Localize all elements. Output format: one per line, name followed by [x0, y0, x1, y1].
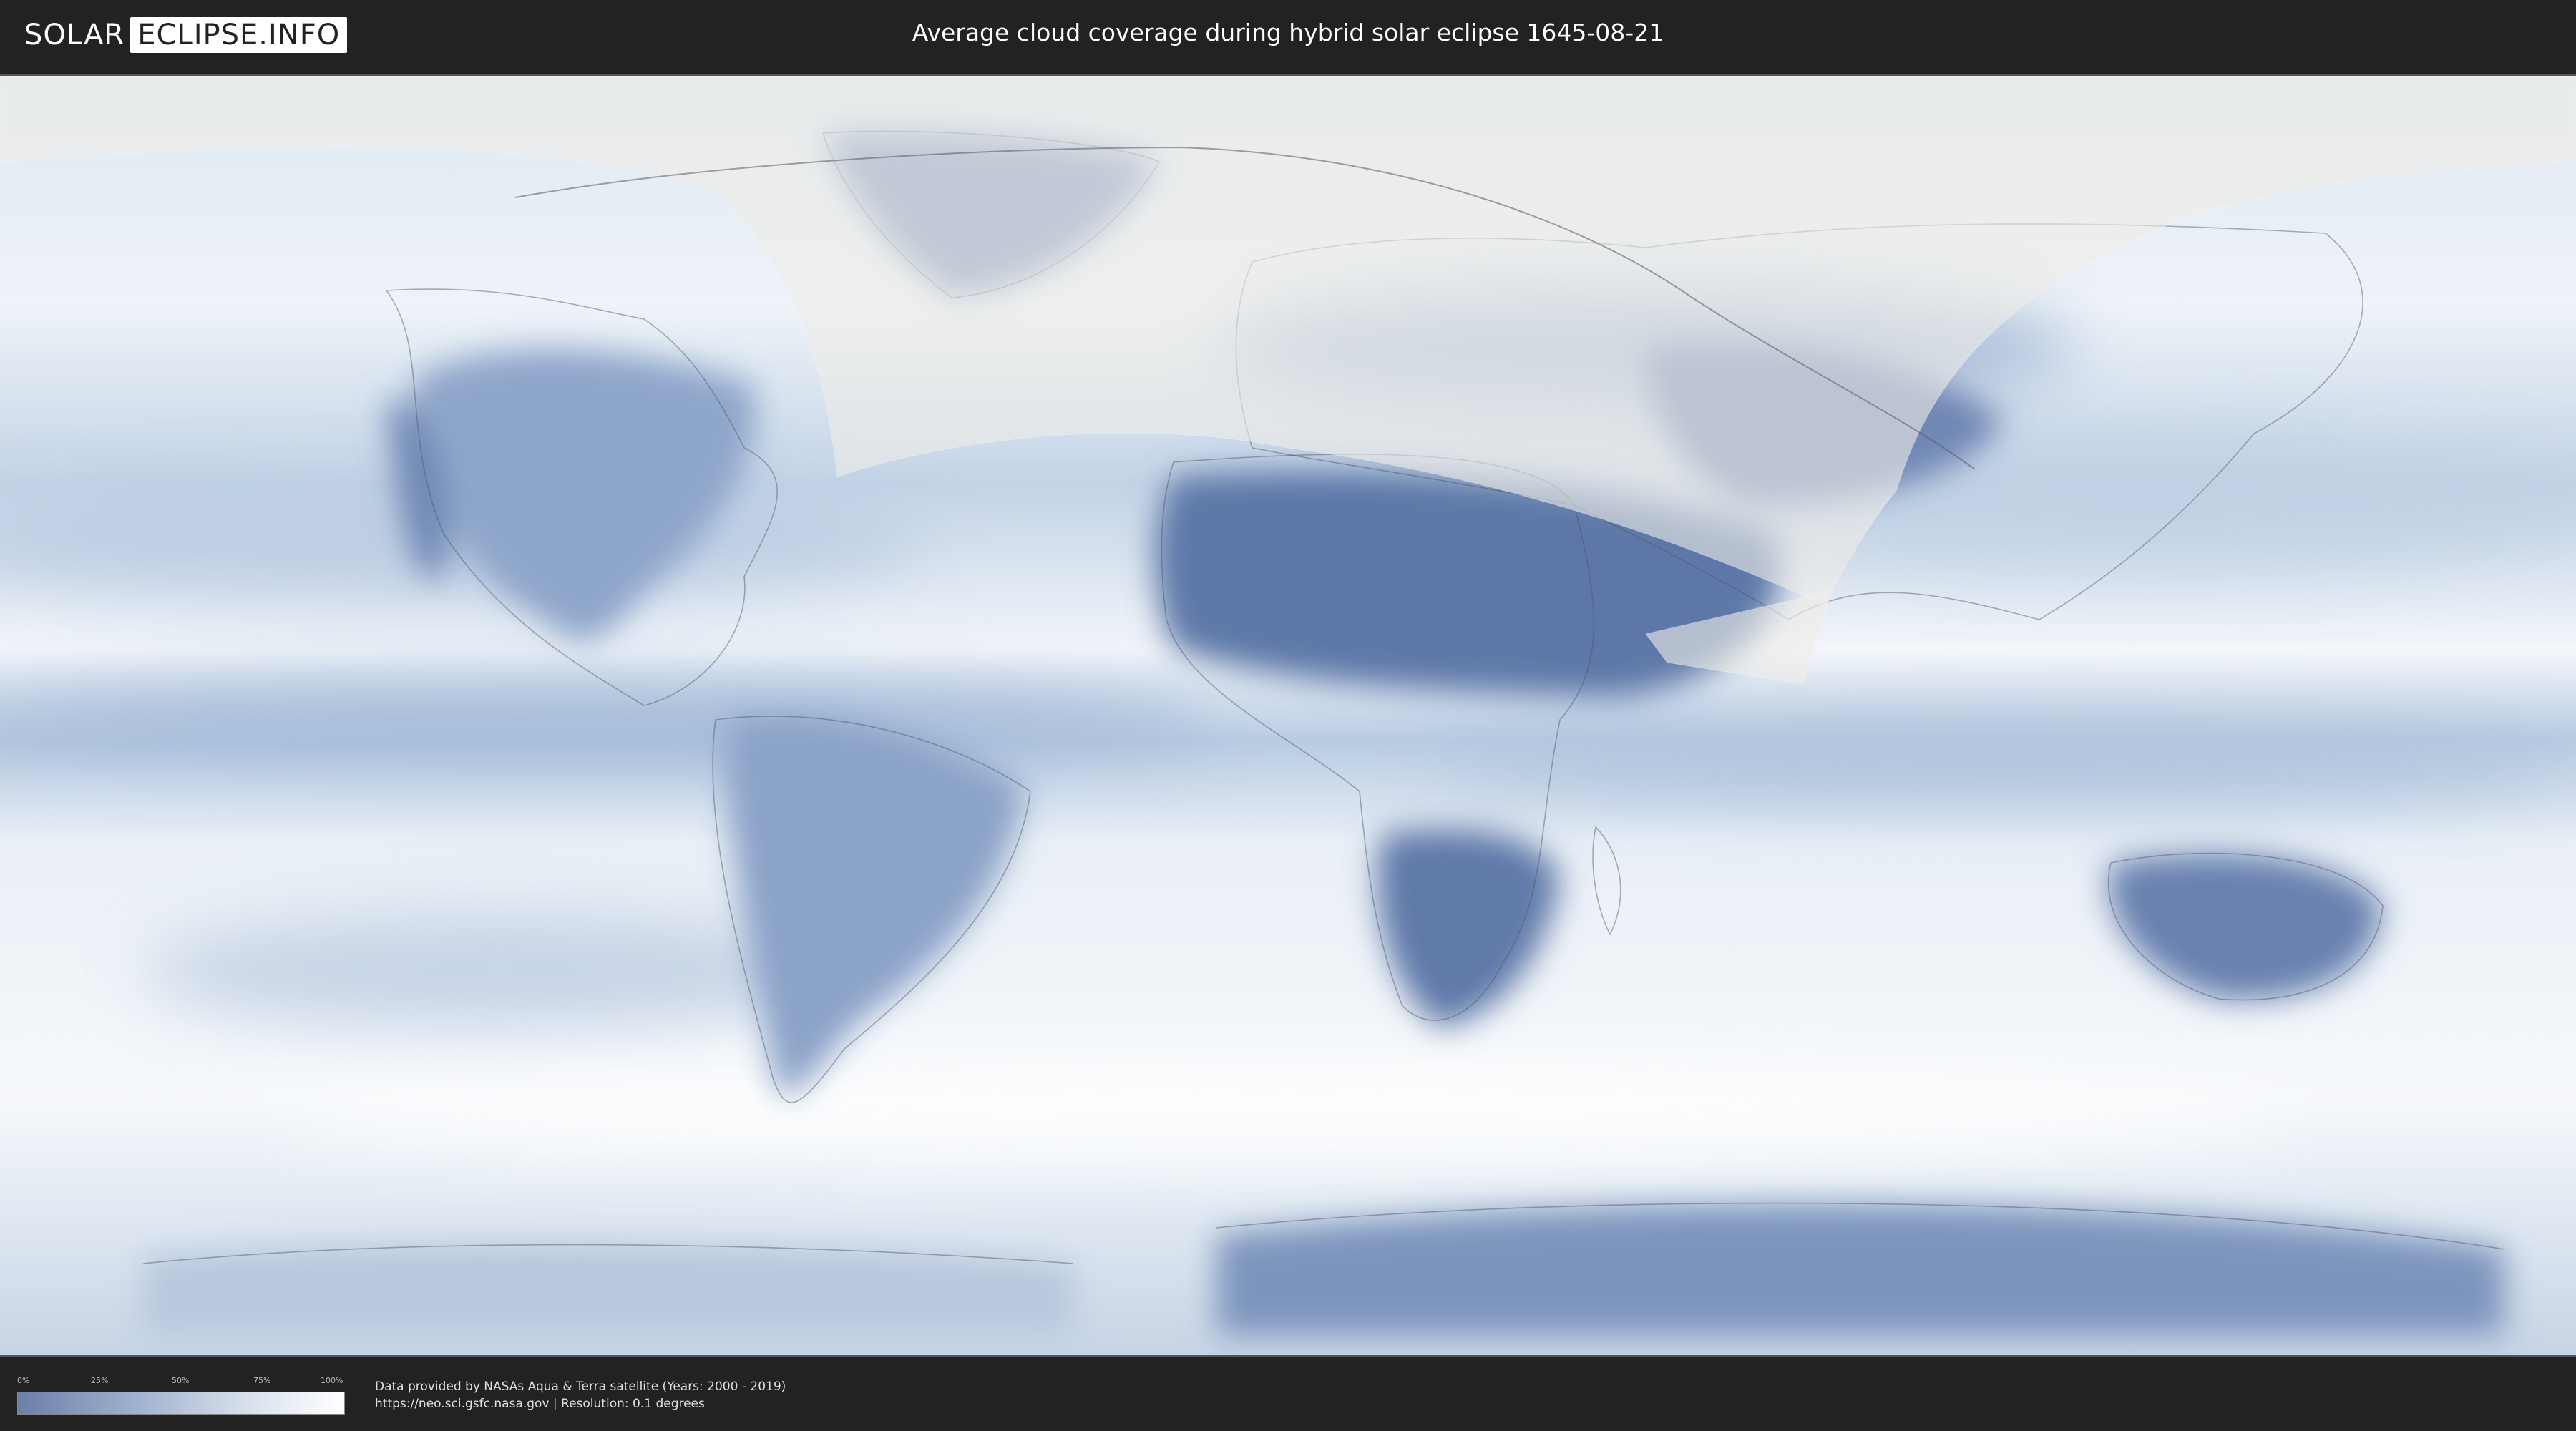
header-bar: SOLAR ECLIPSE.INFO Average cloud coverag… — [0, 0, 2576, 72]
cloud-coverage-legend: 0% 25% 50% 75% 100% — [17, 1376, 345, 1415]
map-view[interactable] — [0, 74, 2576, 1357]
legend-ticks: 0% 25% 50% 75% 100% — [17, 1376, 343, 1392]
credits-line-2[interactable]: https://neo.sci.gsfc.nasa.gov | Resoluti… — [375, 1395, 786, 1412]
credits-line-1: Data provided by NASAs Aqua & Terra sate… — [375, 1379, 786, 1394]
data-credits: Data provided by NASAs Aqua & Terra sate… — [375, 1378, 786, 1412]
legend-tick-100: 100% — [321, 1376, 343, 1385]
page-title: Average cloud coverage during hybrid sol… — [912, 19, 1664, 47]
legend-color-bar — [17, 1392, 345, 1415]
legend-tick-0: 0% — [17, 1376, 30, 1385]
world-map — [0, 76, 2576, 1355]
legend-tick-25: 25% — [91, 1376, 109, 1385]
legend-tick-75: 75% — [253, 1376, 271, 1385]
legend-tick-50: 50% — [172, 1376, 190, 1385]
